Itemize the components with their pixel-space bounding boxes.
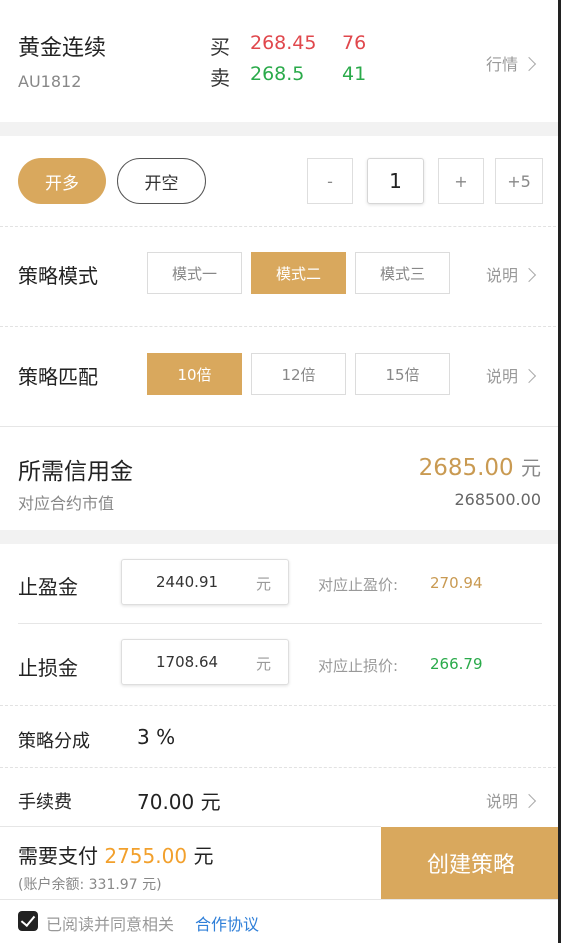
sell-price: 268.5 (250, 63, 305, 85)
stop-loss-input[interactable]: 1708.64 元 (121, 639, 289, 685)
match-info-link[interactable]: 说明 (486, 363, 537, 387)
payment-summary: 需要支付 2755.00 元 (18, 840, 213, 869)
payment-unit: 元 (193, 844, 214, 868)
payment-label: 需要支付 (18, 844, 98, 868)
chevron-right-icon (521, 267, 537, 282)
cooperation-agreement-link[interactable]: 合作协议 (195, 911, 259, 935)
divider (0, 426, 561, 427)
fee-label: 手续费 (18, 792, 72, 813)
quote-section: 黄金连续 AU1812 买 268.45 76 卖 268.5 41 行情 (0, 0, 561, 122)
take-profit-value: 2440.91 (156, 573, 219, 591)
contract-name: 黄金连续 (18, 36, 107, 61)
credit-amount-value: 2685.00 (418, 455, 514, 481)
divider (0, 226, 561, 227)
mode-info-link[interactable]: 说明 (486, 262, 537, 286)
stop-loss-price-label: 对应止损价: (318, 657, 399, 675)
open-long-button[interactable]: 开多 (18, 158, 106, 204)
take-profit-price-label: 对应止盈价: (318, 576, 399, 594)
stop-loss-label: 止损金 (18, 656, 78, 680)
quantity-input[interactable]: 1 (367, 158, 424, 204)
credit-amount-unit: 元 (521, 456, 541, 480)
take-profit-price: 270.94 (430, 574, 483, 592)
divider (0, 826, 381, 827)
section-gap (0, 122, 561, 136)
match-option-12x[interactable]: 12倍 (251, 353, 346, 395)
market-value-label: 对应合约市值 (18, 494, 115, 513)
market-link[interactable]: 行情 (486, 51, 537, 75)
mode-option-3[interactable]: 模式三 (355, 252, 450, 294)
take-profit-input[interactable]: 2440.91 元 (121, 559, 289, 605)
stop-loss-price: 266.79 (430, 655, 483, 673)
stop-loss-unit: 元 (256, 655, 272, 673)
credit-label: 所需信用金 (18, 459, 133, 485)
stop-loss-value: 1708.64 (156, 653, 219, 671)
credit-amount: 2685.00 元 (419, 452, 541, 481)
market-link-label: 行情 (486, 55, 519, 74)
account-balance: (账户余额: 331.97 元) (18, 877, 162, 893)
divider (0, 767, 561, 768)
decrement-button[interactable]: - (307, 158, 353, 204)
plus-five-button[interactable]: +5 (495, 158, 543, 204)
take-profit-unit: 元 (256, 575, 272, 593)
create-strategy-button[interactable]: 创建策略 (381, 827, 561, 899)
agreement-text: 已阅读并同意相关 (46, 915, 175, 934)
open-short-button[interactable]: 开空 (117, 158, 206, 204)
divider (0, 705, 561, 706)
take-profit-label: 止盈金 (18, 575, 78, 599)
match-option-10x[interactable]: 10倍 (147, 353, 242, 395)
market-value: 268500.00 (454, 490, 541, 509)
divider (18, 623, 542, 624)
fee-info-link[interactable]: 说明 (486, 788, 537, 812)
divider (0, 326, 561, 327)
buy-label: 买 (210, 35, 230, 59)
divider (0, 899, 561, 900)
strategy-share-label: 策略分成 (18, 731, 90, 752)
contract-code: AU1812 (18, 72, 82, 91)
agreement-checkbox[interactable] (18, 911, 38, 931)
section-gap (0, 530, 561, 544)
fee-value: 70.00 元 (137, 790, 221, 814)
strategy-match-label: 策略匹配 (18, 365, 98, 389)
payment-amount: 2755.00 (104, 844, 188, 868)
mode-option-1[interactable]: 模式一 (147, 252, 242, 294)
increment-button[interactable]: + (438, 158, 484, 204)
strategy-mode-label: 策略模式 (18, 264, 98, 288)
fee-info-label: 说明 (486, 792, 519, 811)
match-option-15x[interactable]: 15倍 (355, 353, 450, 395)
strategy-share-value: 3 % (137, 725, 176, 749)
mode-info-label: 说明 (486, 266, 519, 285)
chevron-right-icon (521, 56, 537, 71)
buy-price: 268.45 (250, 32, 317, 54)
buy-volume: 76 (342, 32, 367, 54)
chevron-right-icon (521, 368, 537, 383)
mode-option-2[interactable]: 模式二 (251, 252, 346, 294)
chevron-right-icon (521, 793, 537, 808)
sell-volume: 41 (342, 63, 367, 85)
sell-label: 卖 (210, 66, 230, 90)
match-info-label: 说明 (486, 367, 519, 386)
